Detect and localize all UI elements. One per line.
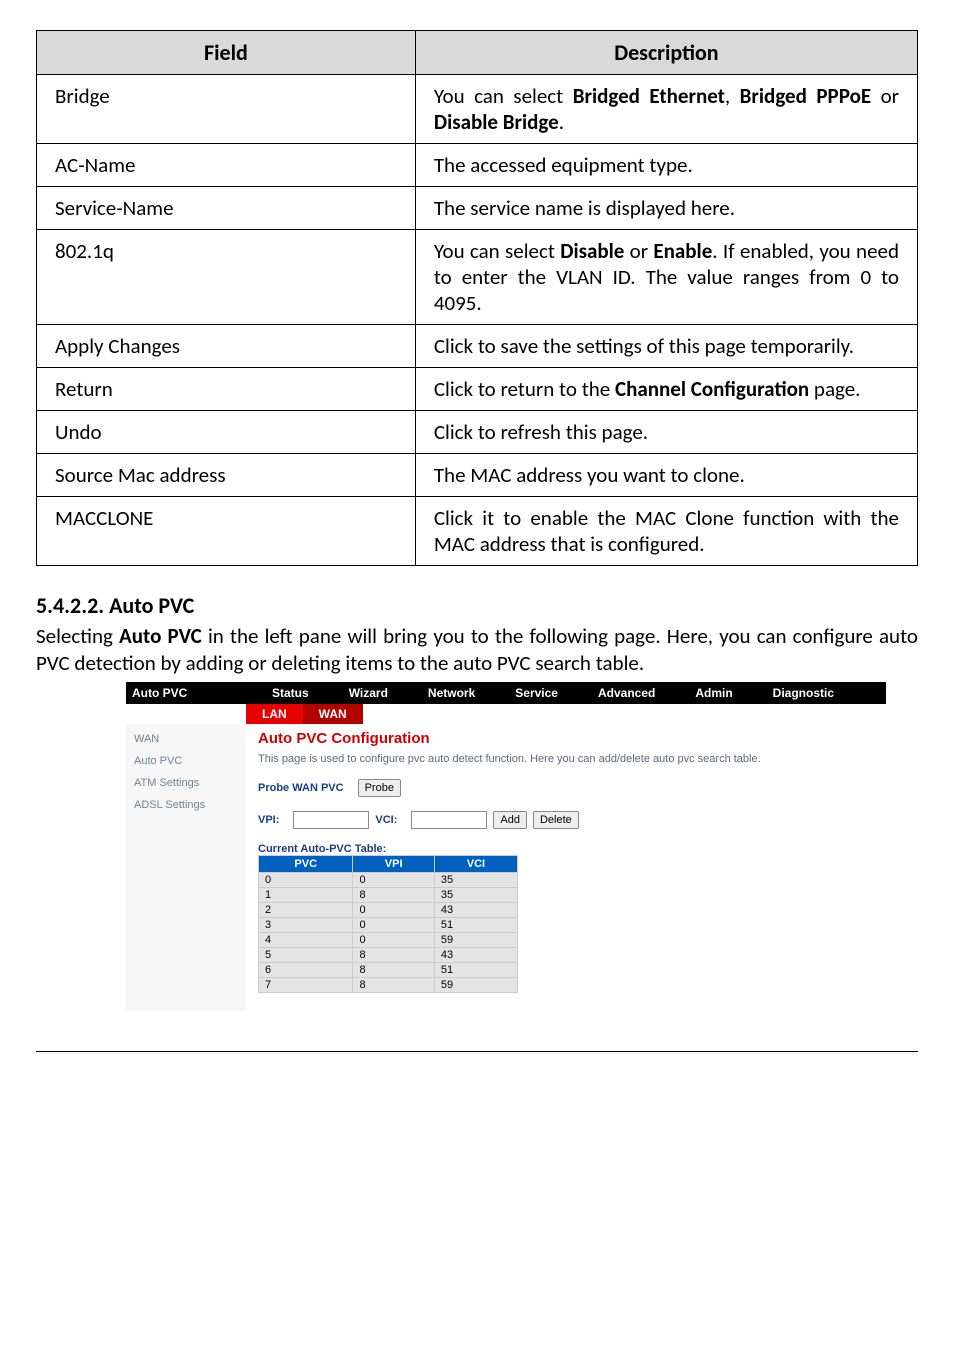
section-heading: 5.4.2.2. Auto PVC — [36, 592, 918, 619]
tab-admin[interactable]: Admin — [675, 682, 752, 704]
table-cell: 35 — [434, 872, 517, 887]
table-row[interactable]: 2043 — [259, 902, 518, 917]
pvc-table-heading: Current Auto-PVC Table: — [258, 843, 874, 855]
field-cell: Source Mac address — [37, 454, 416, 497]
footer-rule — [36, 1051, 918, 1052]
tab-service[interactable]: Service — [495, 682, 578, 704]
description-cell: The service name is displayed here. — [415, 187, 917, 230]
field-cell: Service-Name — [37, 187, 416, 230]
config-title: Auto PVC Configuration — [258, 730, 874, 747]
probe-button[interactable]: Probe — [358, 779, 401, 797]
sidebar-item-wan[interactable]: WAN — [126, 728, 246, 750]
sidebar: WANAuto PVCATM SettingsADSL Settings — [126, 724, 246, 1011]
table-cell: 51 — [434, 917, 517, 932]
table-cell: 3 — [259, 917, 353, 932]
field-cell: 802.1q — [37, 230, 416, 325]
field-cell: AC-Name — [37, 144, 416, 187]
config-desc: This page is used to configure pvc auto … — [258, 753, 874, 765]
description-cell: Click it to enable the MAC Clone functio… — [415, 497, 917, 566]
description-cell: The accessed equipment type. — [415, 144, 917, 187]
table-cell: 0 — [259, 872, 353, 887]
table-cell: 8 — [353, 962, 434, 977]
table-row[interactable]: 3051 — [259, 917, 518, 932]
vpi-input[interactable] — [293, 811, 369, 829]
table-cell: 43 — [434, 902, 517, 917]
table-row[interactable]: 0035 — [259, 872, 518, 887]
col-vpi: VPI — [353, 855, 434, 872]
vci-input[interactable] — [411, 811, 487, 829]
auto-pvc-table: PVC VPI VCI 0035183520433051405958436851… — [258, 855, 518, 993]
table-cell: 43 — [434, 947, 517, 962]
col-pvc: PVC — [259, 855, 353, 872]
table-row[interactable]: 7859 — [259, 977, 518, 992]
col-vci: VCI — [434, 855, 517, 872]
sidebar-item-auto-pvc[interactable]: Auto PVC — [126, 750, 246, 772]
table-row[interactable]: 6851 — [259, 962, 518, 977]
tab-network[interactable]: Network — [408, 682, 495, 704]
table-cell: 8 — [353, 977, 434, 992]
field-cell: Bridge — [37, 75, 416, 144]
sidebar-item-atm-settings[interactable]: ATM Settings — [126, 772, 246, 794]
table-row[interactable]: 1835 — [259, 887, 518, 902]
table-cell: 59 — [434, 977, 517, 992]
topbar: Auto PVC StatusWizardNetworkServiceAdvan… — [126, 682, 886, 704]
vci-label: VCI: — [375, 814, 397, 826]
add-button[interactable]: Add — [493, 811, 527, 829]
description-cell: You can select Bridged Ethernet, Bridged… — [415, 75, 917, 144]
table-row[interactable]: 4059 — [259, 932, 518, 947]
table-cell: 8 — [353, 887, 434, 902]
probe-label: Probe WAN PVC — [258, 782, 344, 794]
tab-diagnostic[interactable]: Diagnostic — [753, 682, 854, 704]
tab-wizard[interactable]: Wizard — [329, 682, 408, 704]
table-cell: 59 — [434, 932, 517, 947]
field-cell: Apply Changes — [37, 325, 416, 368]
section-body: Selecting Auto PVC in the left pane will… — [36, 623, 918, 678]
table-cell: 6 — [259, 962, 353, 977]
description-cell: Click to refresh this page. — [415, 411, 917, 454]
main-panel: Auto PVC Configuration This page is used… — [246, 724, 886, 1011]
table-cell: 35 — [434, 887, 517, 902]
table-cell: 7 — [259, 977, 353, 992]
probe-row: Probe WAN PVC Probe — [258, 779, 874, 797]
description-cell: Click to return to the Channel Configura… — [415, 368, 917, 411]
table-cell: 0 — [353, 902, 434, 917]
description-cell: The MAC address you want to clone. — [415, 454, 917, 497]
field-description-table: Field Description BridgeYou can select B… — [36, 30, 918, 566]
tab-status[interactable]: Status — [252, 682, 329, 704]
screenshot-auto-pvc: Auto PVC StatusWizardNetworkServiceAdvan… — [126, 682, 886, 1011]
field-cell: Return — [37, 368, 416, 411]
table-cell: 0 — [353, 872, 434, 887]
table-cell: 1 — [259, 887, 353, 902]
table-cell: 2 — [259, 902, 353, 917]
sidebar-item-adsl-settings[interactable]: ADSL Settings — [126, 794, 246, 816]
sub-tabs: LAN WAN — [126, 704, 886, 724]
table-row[interactable]: 5843 — [259, 947, 518, 962]
tab-wan[interactable]: WAN — [303, 704, 363, 724]
header-field: Field — [37, 31, 416, 75]
vpi-label: VPI: — [258, 814, 279, 826]
vpi-vci-row: VPI: VCI: Add Delete — [258, 811, 874, 829]
field-cell: MACCLONE — [37, 497, 416, 566]
table-cell: 51 — [434, 962, 517, 977]
description-cell: Click to save the settings of this page … — [415, 325, 917, 368]
page-label: Auto PVC — [126, 682, 252, 704]
table-cell: 0 — [353, 932, 434, 947]
table-cell: 4 — [259, 932, 353, 947]
header-description: Description — [415, 31, 917, 75]
delete-button[interactable]: Delete — [533, 811, 579, 829]
tab-advanced[interactable]: Advanced — [578, 682, 675, 704]
field-cell: Undo — [37, 411, 416, 454]
description-cell: You can select Disable or Enable. If ena… — [415, 230, 917, 325]
table-cell: 0 — [353, 917, 434, 932]
table-cell: 8 — [353, 947, 434, 962]
tab-lan[interactable]: LAN — [246, 704, 303, 724]
table-cell: 5 — [259, 947, 353, 962]
